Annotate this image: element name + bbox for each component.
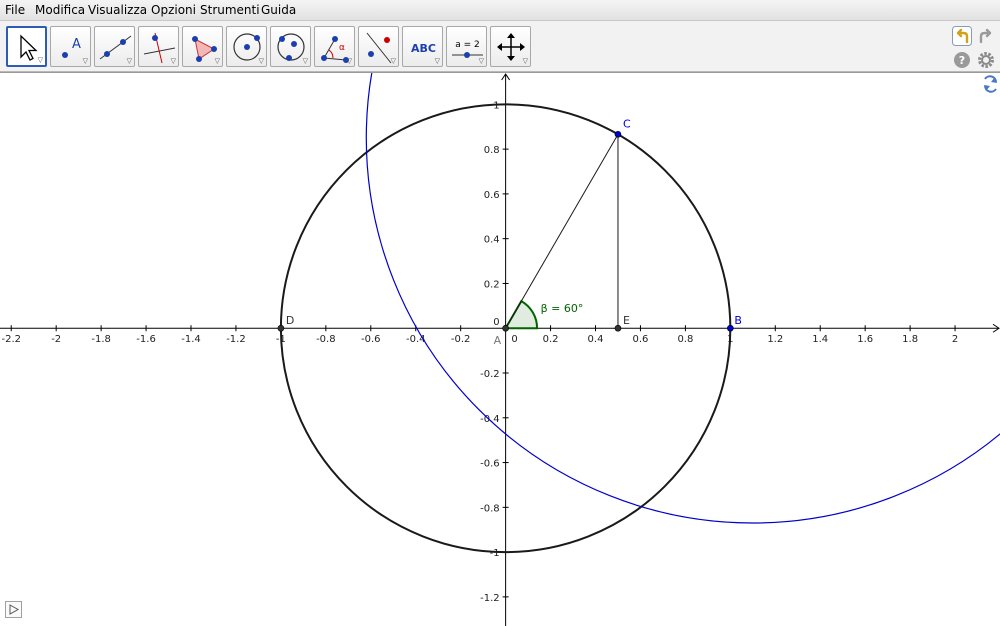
menu-opzioni[interactable]: Opzioni — [150, 3, 197, 18]
menu-visualizza[interactable]: Visualizza — [87, 3, 148, 18]
x-tick-label: -2 — [51, 334, 61, 345]
tool-dropdown-triangle-icon: ▽ — [170, 57, 176, 65]
blue-circle[interactable] — [365, 73, 1000, 524]
tool-text[interactable]: ABC ▽ — [402, 26, 443, 67]
point-C[interactable] — [614, 131, 622, 138]
point-D[interactable] — [277, 324, 285, 332]
x-tick-label: 2 — [952, 334, 958, 345]
y-tick-label: -0.4 — [480, 414, 500, 425]
angle-beta-label: β = 60° — [541, 302, 584, 315]
svg-text:A: A — [72, 37, 81, 52]
x-tick-label: 0.8 — [677, 334, 693, 345]
play-icon — [9, 604, 20, 615]
tool-reflect[interactable]: ▽ — [358, 26, 399, 67]
svg-text:a = 2: a = 2 — [455, 40, 480, 50]
tool-circle[interactable]: ▽ — [226, 26, 267, 67]
point-A[interactable] — [502, 324, 509, 332]
x-tick-label: -1.6 — [136, 334, 156, 345]
tool-dropdown-triangle-icon: ▽ — [214, 57, 220, 65]
graphics-view[interactable]: -2.2 -2 -1.8 -1.6 -1.4 -1.2 -1 -0.8 -0.6 -0.4 -0.2… — [0, 72, 1000, 626]
y-tick-label: 0.8 — [484, 145, 500, 156]
tool-dropdown-triangle-icon: ▽ — [346, 57, 352, 65]
tool-dropdown-triangle-icon: ▽ — [434, 57, 440, 65]
tool-dropdown-triangle-icon: ▽ — [82, 57, 88, 65]
x-tick-label: 1.8 — [902, 334, 918, 345]
tool-dropdown-triangle-icon: ▽ — [37, 56, 43, 64]
y-tick-label: 0.4 — [484, 235, 500, 246]
tool-perpendicular[interactable]: ▽ — [138, 26, 179, 67]
x-tick-label: 1.2 — [767, 334, 783, 345]
point-E[interactable] — [614, 324, 622, 332]
y-tick-label: 0.2 — [484, 279, 500, 290]
tool-dropdown-triangle-icon: ▽ — [522, 57, 528, 65]
x-tick-label: 0 — [511, 334, 517, 345]
help-button[interactable]: ? — [953, 51, 971, 69]
x-tick-label: -1.8 — [91, 334, 111, 345]
gear-icon — [978, 52, 994, 68]
x-tick-label: -0.4 — [406, 334, 426, 345]
tool-move[interactable]: ▽ — [6, 26, 47, 67]
x-tick-label: 0.6 — [632, 334, 648, 345]
menu-bar: File Modifica Visualizza Opzioni Strumenti Gu… — [0, 0, 1000, 21]
tool-new-point[interactable]: A ▽ — [50, 26, 91, 67]
y-tick-label: 1 — [493, 100, 499, 111]
x-tick-label: -0.6 — [361, 334, 381, 345]
tool-dropdown-triangle-icon: ▽ — [302, 57, 308, 65]
x-tick-label: 1.6 — [857, 334, 873, 345]
point-A-label: A — [494, 334, 502, 347]
menu-file[interactable]: File — [4, 3, 26, 18]
tool-dropdown-triangle-icon: ▽ — [390, 57, 396, 65]
y-tick-label: -0.2 — [480, 369, 500, 380]
svg-text:?: ? — [959, 54, 965, 67]
y-tick-label: -0.8 — [480, 503, 500, 514]
graphics-canvas[interactable]: -2.2 -2 -1.8 -1.6 -1.4 -1.2 -1 -0.8 -0.6 -0.4 -0.2… — [0, 73, 1000, 626]
undo-icon — [952, 26, 972, 46]
menu-guida[interactable]: Guida — [260, 3, 297, 18]
settings-button[interactable] — [977, 51, 995, 69]
tool-dropdown-triangle-icon: ▽ — [126, 57, 132, 65]
play-animation-button[interactable] — [5, 601, 22, 618]
tool-angle[interactable]: α ▽ — [314, 26, 355, 67]
x-tick-label: 0.4 — [588, 334, 604, 345]
point-E-label: E — [623, 314, 630, 327]
tool-dropdown-triangle-icon: ▽ — [478, 57, 484, 65]
x-tick-label: -2.2 — [1, 334, 21, 345]
point-B[interactable] — [727, 324, 734, 332]
tool-move-view[interactable]: ▽ — [490, 26, 531, 67]
y-tick-label: -1.2 — [480, 593, 500, 604]
y-tick-label: 0.6 — [484, 190, 500, 201]
y-tick-label: -1 — [490, 548, 500, 559]
segment-AC[interactable] — [505, 134, 619, 329]
x-tick-label: -1.2 — [226, 334, 246, 345]
refresh-view-icon[interactable] — [984, 75, 997, 93]
tool-dropdown-triangle-icon: ▽ — [258, 57, 264, 65]
x-tick-label: -1.4 — [181, 334, 201, 345]
axes: -2.2 -2 -1.8 -1.6 -1.4 -1.2 -1 -0.8 -0.6 -0.4 -0.2… — [0, 73, 1000, 626]
redo-button[interactable] — [976, 26, 996, 46]
tool-slider[interactable]: a = 2 ▽ — [446, 26, 487, 67]
y-tick-label: -0.6 — [480, 459, 500, 470]
angle-beta[interactable] — [503, 299, 539, 330]
point-D-label: D — [286, 314, 294, 327]
svg-text:α: α — [339, 43, 345, 53]
redo-icon — [979, 28, 992, 44]
x-tick-label: 1.4 — [812, 334, 828, 345]
tool-polygon[interactable]: ▽ — [182, 26, 223, 67]
y-tick-label: 0 — [493, 317, 499, 328]
x-tick-label: -0.8 — [316, 334, 336, 345]
x-tick-label: -0.2 — [451, 334, 471, 345]
svg-text:ABC: ABC — [411, 42, 436, 55]
toolbar: ▽ A ▽ ▽ ▽ ▽ ▽ ▽ α ▽ ▽ ABC ▽ a = 2 ▽ ▽? — [0, 21, 1000, 72]
help-icon: ? — [954, 52, 970, 68]
point-C-label: C — [623, 117, 631, 130]
menu-modifica[interactable]: Modifica — [34, 3, 86, 18]
tool-line[interactable]: ▽ — [94, 26, 135, 67]
x-tick-label: 0.2 — [543, 334, 559, 345]
menu-strumenti[interactable]: Strumenti — [199, 3, 261, 18]
point-B-label: B — [734, 314, 742, 327]
undo-button[interactable] — [952, 26, 972, 46]
tool-circle-three-points[interactable]: ▽ — [270, 26, 311, 67]
